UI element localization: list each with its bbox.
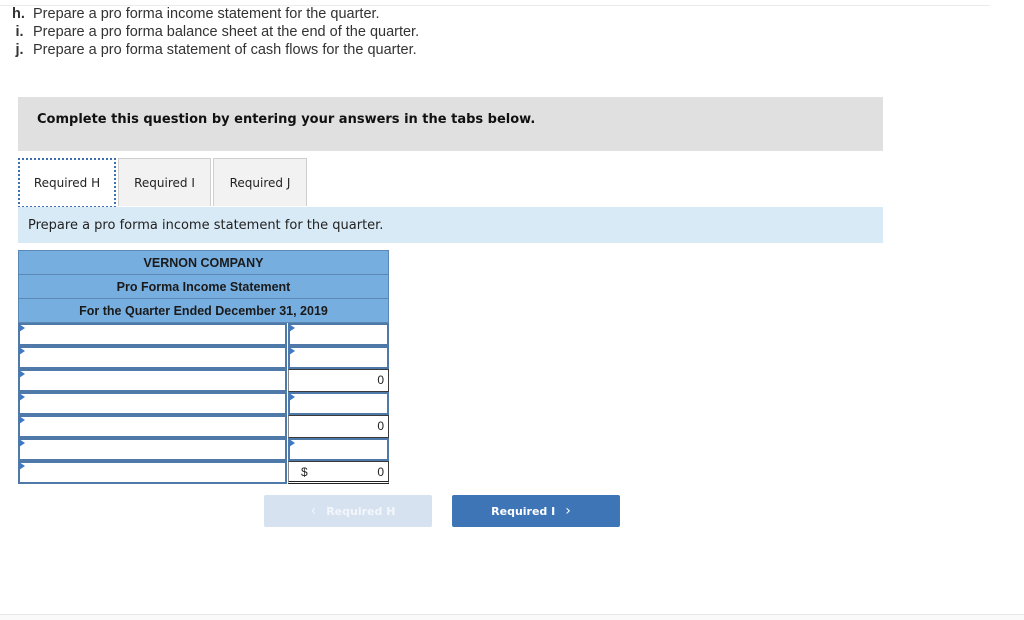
company-name: VERNON COMPANY bbox=[18, 250, 389, 274]
instructions-banner: Complete this question by entering your … bbox=[18, 97, 883, 151]
dropdown-marker-icon bbox=[19, 439, 25, 447]
dropdown-marker-icon bbox=[19, 462, 25, 470]
account-label-dropdown[interactable] bbox=[18, 438, 287, 461]
amount-input[interactable] bbox=[288, 323, 389, 346]
statement-row bbox=[18, 346, 389, 369]
requirements-list: h. Prepare a pro forma income statement … bbox=[12, 5, 419, 59]
account-label-dropdown[interactable] bbox=[18, 346, 287, 369]
requirement-text: Prepare a pro forma income statement for… bbox=[33, 6, 380, 22]
statement-row bbox=[18, 323, 389, 346]
dropdown-marker-icon bbox=[19, 370, 25, 378]
statement-row bbox=[18, 392, 389, 415]
statement-period: For the Quarter Ended December 31, 2019 bbox=[18, 298, 389, 323]
requirement-h: h. Prepare a pro forma income statement … bbox=[12, 5, 419, 23]
requirement-letter: j. bbox=[15, 42, 24, 58]
requirement-text: Prepare a pro forma statement of cash fl… bbox=[33, 42, 417, 58]
requirement-letter: h. bbox=[12, 6, 25, 22]
statement-title: Pro Forma Income Statement bbox=[18, 274, 389, 298]
tab-instruction: Prepare a pro forma income statement for… bbox=[18, 207, 883, 243]
footer-strip bbox=[0, 615, 1024, 620]
requirement-letter: i. bbox=[15, 24, 24, 40]
tab-bar: Required H Required I Required J bbox=[18, 158, 309, 208]
amount-input[interactable] bbox=[288, 392, 389, 415]
chevron-right-icon: › bbox=[565, 503, 571, 519]
instruction-text: Prepare a pro forma income statement for… bbox=[28, 218, 384, 233]
next-button-label: Required I bbox=[491, 504, 556, 518]
dropdown-marker-icon bbox=[19, 416, 25, 424]
tab-required-i[interactable]: Required I bbox=[118, 158, 211, 206]
statement-row bbox=[18, 438, 389, 461]
chevron-left-icon: ‹ bbox=[310, 503, 317, 519]
dropdown-marker-icon bbox=[19, 347, 25, 355]
tab-required-j[interactable]: Required J bbox=[213, 158, 307, 206]
amount-value: 0 bbox=[377, 419, 384, 433]
statement-row: 0 bbox=[18, 369, 389, 392]
account-label-dropdown[interactable] bbox=[18, 369, 287, 392]
input-marker-icon bbox=[289, 347, 295, 355]
prev-button-label: Required H bbox=[326, 504, 396, 518]
account-label-dropdown[interactable] bbox=[18, 323, 287, 346]
amount-input[interactable] bbox=[288, 346, 389, 369]
tab-required-h[interactable]: Required H bbox=[18, 158, 116, 208]
amount-value: 0 bbox=[377, 373, 384, 387]
statement-row: 0 bbox=[18, 415, 389, 438]
prev-required-h-button[interactable]: ‹ Required H bbox=[264, 495, 432, 527]
currency-symbol: $ bbox=[301, 465, 308, 479]
input-marker-icon bbox=[289, 324, 295, 332]
account-label-dropdown[interactable] bbox=[18, 461, 287, 484]
income-statement-table: VERNON COMPANY Pro Forma Income Statemen… bbox=[18, 250, 389, 484]
dropdown-marker-icon bbox=[19, 393, 25, 401]
dropdown-marker-icon bbox=[19, 324, 25, 332]
account-label-dropdown[interactable] bbox=[18, 392, 287, 415]
amount-value: 0 bbox=[377, 465, 384, 479]
statement-row: $0 bbox=[18, 461, 389, 484]
input-marker-icon bbox=[289, 439, 295, 447]
amount-input[interactable] bbox=[288, 438, 389, 461]
subtotal-value: 0 bbox=[288, 369, 389, 392]
requirement-j: j. Prepare a pro forma statement of cash… bbox=[12, 41, 419, 59]
next-required-i-button[interactable]: Required I › bbox=[452, 495, 620, 527]
requirement-text: Prepare a pro forma balance sheet at the… bbox=[33, 24, 420, 40]
account-label-dropdown[interactable] bbox=[18, 415, 287, 438]
input-marker-icon bbox=[289, 393, 295, 401]
net-total-value: $0 bbox=[288, 461, 389, 484]
subtotal-value: 0 bbox=[288, 415, 389, 438]
banner-text: Complete this question by entering your … bbox=[37, 112, 536, 127]
requirement-i: i. Prepare a pro forma balance sheet at … bbox=[12, 23, 419, 41]
